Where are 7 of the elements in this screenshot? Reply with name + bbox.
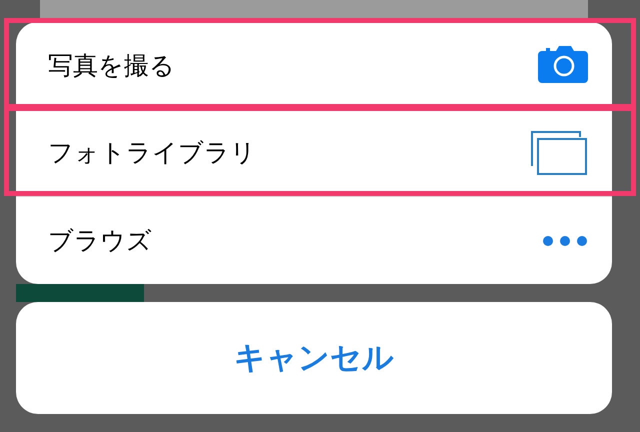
photo-stack-icon — [530, 130, 588, 176]
more-icon — [542, 234, 588, 247]
option-label[interactable]: フォトライブラリ — [48, 134, 256, 172]
option-label[interactable]: ブラウズ — [48, 222, 152, 260]
option-label[interactable]: 写真を撮る — [48, 46, 175, 84]
camera-icon — [536, 45, 588, 86]
cancel-button[interactable]: キャンセル — [16, 302, 612, 414]
